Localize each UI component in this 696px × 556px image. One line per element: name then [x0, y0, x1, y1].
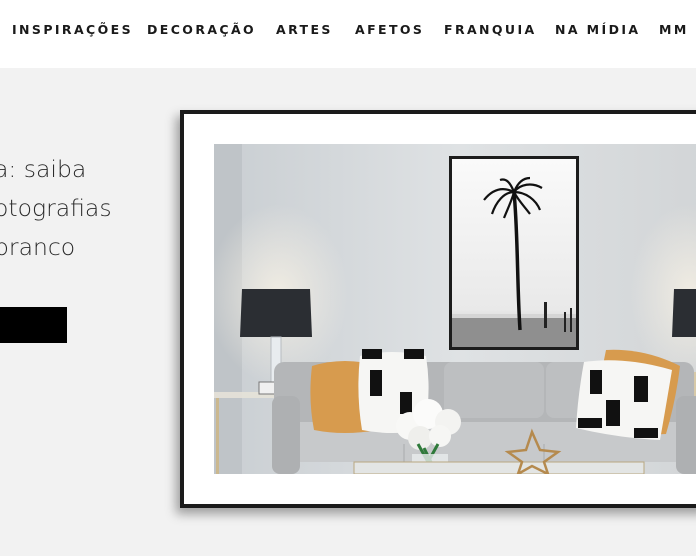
nav-item-mm[interactable]: MM E: [659, 22, 696, 37]
hero-cta-button[interactable]: [0, 307, 67, 343]
nav-item-na-midia[interactable]: NA MÍDIA: [555, 22, 640, 37]
palm-tree-poster: [449, 156, 579, 350]
nav-item-afetos[interactable]: AFETOS: [355, 22, 424, 37]
hero-heading-line: branco: [0, 233, 76, 261]
nav-item-franquia[interactable]: FRANQUIA: [444, 22, 537, 37]
nav-item-artes[interactable]: ARTES: [276, 22, 333, 37]
table-lamp-right: [672, 289, 696, 337]
hero-heading-line: a: saiba: [0, 155, 87, 183]
nav-item-decoracao[interactable]: DECORAÇÃO: [147, 22, 256, 37]
nav-item-inspiracoes[interactable]: INSPIRAÇÕES: [12, 22, 133, 37]
main-navigation: INSPIRAÇÕES DECORAÇÃO ARTES AFETOS FRANQ…: [0, 0, 696, 68]
living-room-photo: [214, 144, 696, 474]
hero-heading-line: otografias: [0, 194, 112, 222]
artwork-frame[interactable]: [180, 110, 696, 508]
hero-heading: a: saiba otografias branco: [0, 150, 169, 267]
